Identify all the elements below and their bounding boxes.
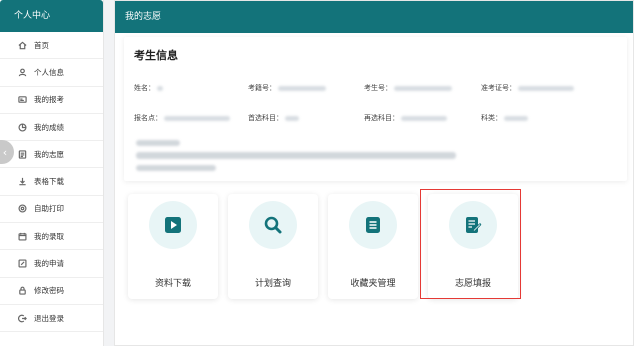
redacted-value <box>401 115 447 121</box>
redacted-text <box>136 165 216 171</box>
redacted-value <box>394 85 452 91</box>
sidebar-item-change-password[interactable]: 修改密码 <box>0 278 103 305</box>
card-favorites-management[interactable]: 收藏夹管理 <box>328 194 418 299</box>
id-card-icon <box>16 94 28 106</box>
first-subject-field: 首选科目： <box>248 113 299 123</box>
card-volunteer-filling[interactable]: 志愿填报 <box>428 194 518 299</box>
exam-no-field: 考籍号： <box>248 83 326 93</box>
name-label: 姓名： <box>134 84 155 92</box>
edit-icon <box>16 258 28 270</box>
sidebar-item-registration[interactable]: 我的报考 <box>0 87 103 114</box>
play-icon <box>165 217 181 233</box>
name-field: 姓名： <box>134 83 163 93</box>
sidebar-item-label: 个人信息 <box>34 67 64 77</box>
registration-site-field: 报名点： <box>134 113 230 123</box>
panel-title: 考生信息 <box>134 49 178 62</box>
candidate-no-field: 考生号： <box>364 83 452 93</box>
sidebar-item-label: 我的成绩 <box>34 122 64 132</box>
card-label: 收藏夹管理 <box>350 279 396 289</box>
sidebar: 个人中心 首页 个人信息 我的报考 我的成绩 我的志愿 表格下载 自助打印 我的… <box>0 0 104 346</box>
search-icon <box>264 216 282 234</box>
sidebar-item-scores[interactable]: 我的成绩 <box>0 114 103 142</box>
sidebar-item-label: 我的录取 <box>34 231 64 241</box>
page-title: 我的志愿 <box>115 1 633 33</box>
list-icon <box>366 217 380 233</box>
circle-bg <box>449 201 497 249</box>
circle-bg <box>149 201 197 249</box>
lock-icon <box>16 285 28 297</box>
calendar-icon <box>16 230 28 242</box>
admission-no-label: 准考证号： <box>481 84 516 92</box>
candidate-info-panel: 考生信息 姓名： 考籍号： 考生号： 准考证号： 报名点： 首选科目： 再选科目… <box>124 37 627 181</box>
form-icon <box>16 148 28 160</box>
first-subject-label: 首选科目： <box>248 114 283 122</box>
redacted-value <box>157 85 163 91</box>
user-icon <box>16 66 28 78</box>
sidebar-item-downloads[interactable]: 表格下载 <box>0 168 103 196</box>
sidebar-item-label: 表格下载 <box>34 177 64 187</box>
logout-icon <box>16 312 28 324</box>
category-field: 科类： <box>481 113 528 123</box>
sidebar-item-home[interactable]: 首页 <box>0 32 103 60</box>
admission-no-field: 准考证号： <box>481 83 574 93</box>
site-label: 报名点： <box>134 114 162 122</box>
card-label: 资料下载 <box>154 279 191 289</box>
category-label: 科类： <box>481 114 502 122</box>
sidebar-item-profile[interactable]: 个人信息 <box>0 59 103 87</box>
printer-icon <box>16 203 28 215</box>
redacted-value <box>278 85 326 91</box>
sidebar-item-admission[interactable]: 我的录取 <box>0 223 103 251</box>
redacted-value <box>164 115 230 121</box>
card-label: 计划查询 <box>254 279 291 289</box>
sidebar-item-label: 首页 <box>34 40 49 50</box>
sidebar-item-label: 我的申请 <box>34 259 64 269</box>
circle-bg <box>349 201 397 249</box>
exam-no-label: 考籍号： <box>248 84 276 92</box>
sidebar-item-label: 自助打印 <box>34 204 64 214</box>
download-icon <box>16 176 28 188</box>
redacted-text <box>136 152 456 159</box>
pie-chart-icon <box>16 121 28 133</box>
fill-form-icon <box>466 217 482 233</box>
sidebar-title: 个人中心 <box>0 0 103 32</box>
card-material-download[interactable]: 资料下载 <box>128 194 218 299</box>
home-icon <box>16 39 28 51</box>
second-subject-label: 再选科目： <box>364 114 399 122</box>
second-subject-field: 再选科目： <box>364 113 447 123</box>
sidebar-item-volunteer[interactable]: 我的志愿 <box>0 141 103 169</box>
main-content: 我的志愿 考生信息 姓名： 考籍号： 考生号： 准考证号： 报名点： 首选科目： <box>114 0 634 346</box>
sidebar-item-label: 我的志愿 <box>34 149 64 159</box>
candidate-no-label: 考生号： <box>364 84 392 92</box>
redacted-value <box>504 115 528 121</box>
card-label: 志愿填报 <box>454 279 491 289</box>
circle-bg <box>249 201 297 249</box>
redacted-value <box>518 85 574 91</box>
sidebar-item-label: 退出登录 <box>34 313 64 323</box>
sidebar-item-applications[interactable]: 我的申请 <box>0 250 103 278</box>
card-plan-query[interactable]: 计划查询 <box>228 194 318 299</box>
sidebar-item-label: 修改密码 <box>34 286 64 296</box>
redacted-text <box>136 140 180 146</box>
sidebar-item-logout[interactable]: 退出登录 <box>0 305 103 333</box>
sidebar-item-print[interactable]: 自助打印 <box>0 196 103 224</box>
redacted-value <box>285 115 299 121</box>
sidebar-item-label: 我的报考 <box>34 95 64 105</box>
